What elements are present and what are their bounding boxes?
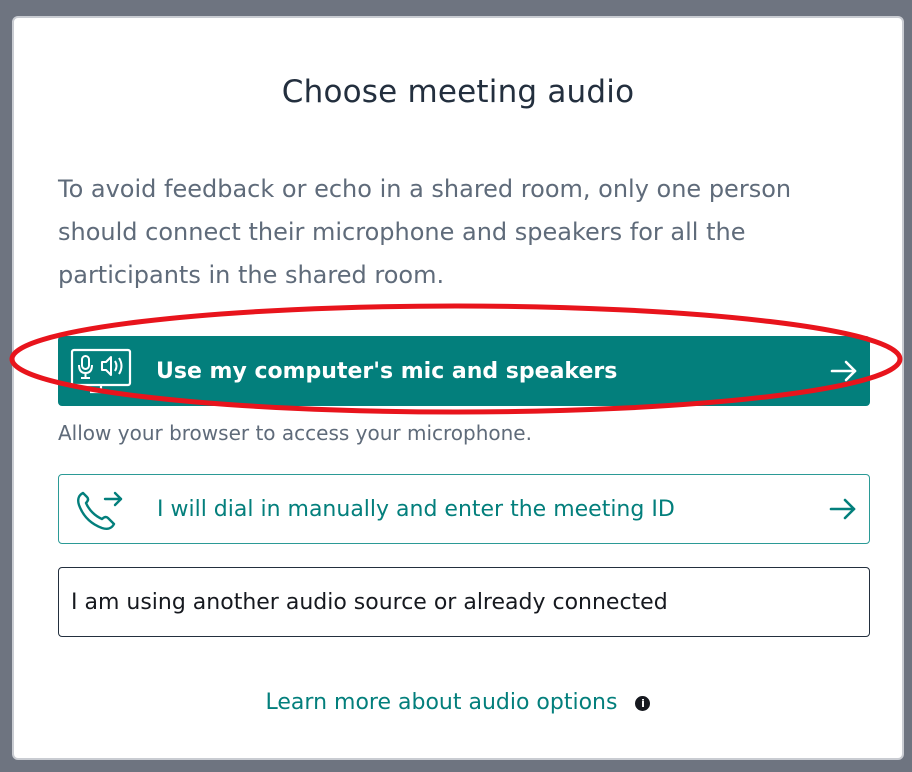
dialog-description: To avoid feedback or echo in a shared ro… xyxy=(58,175,792,289)
info-icon: i xyxy=(635,695,651,711)
other-audio-source-button[interactable]: I am using another audio source or alrea… xyxy=(58,567,870,637)
phone-dial-out-icon xyxy=(71,485,131,533)
use-computer-audio-label: Use my computer's mic and speakers xyxy=(156,358,618,384)
microphone-permission-hint: Allow your browser to access your microp… xyxy=(58,421,532,445)
learn-more-link[interactable]: Learn more about audio options xyxy=(266,690,618,715)
dial-in-button[interactable]: I will dial in manually and enter the me… xyxy=(58,474,870,544)
arrow-right-icon xyxy=(829,498,856,520)
computer-mic-speaker-icon xyxy=(70,347,134,395)
audio-dialog: Choose meeting audio To avoid feedback o… xyxy=(12,16,904,760)
use-computer-audio-button[interactable]: Use my computer's mic and speakers xyxy=(58,336,870,406)
dialog-title: Choose meeting audio xyxy=(281,74,635,110)
dial-in-label: I will dial in manually and enter the me… xyxy=(157,496,675,522)
other-audio-source-label: I am using another audio source or alrea… xyxy=(71,589,668,615)
arrow-right-icon xyxy=(830,360,857,382)
learn-more-audio-options[interactable]: Learn more about audio options i xyxy=(14,690,902,715)
